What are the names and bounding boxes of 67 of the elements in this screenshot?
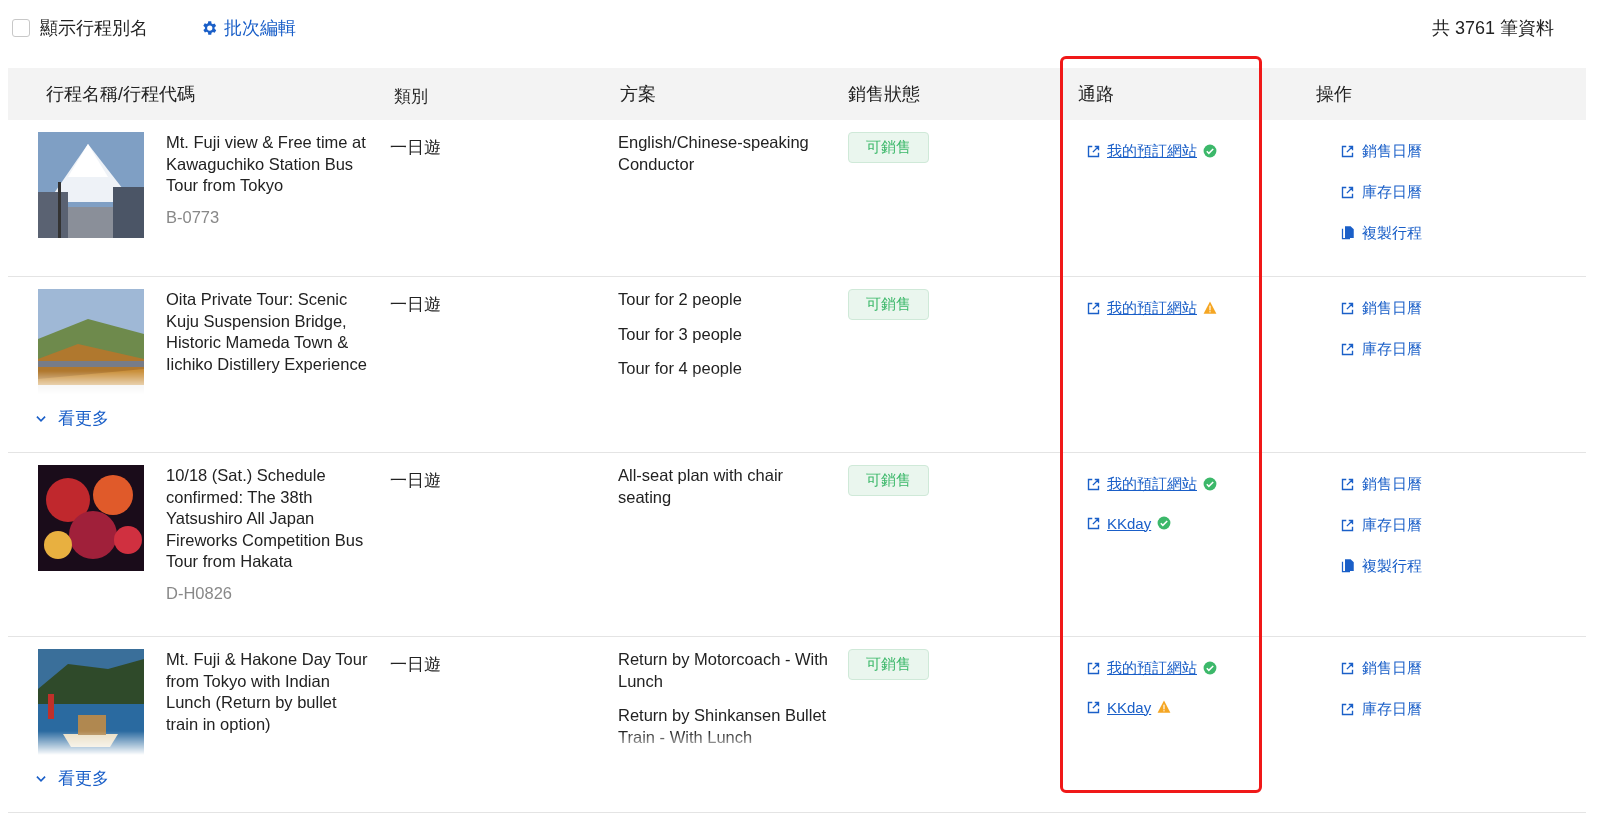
channel-link[interactable]: 我的預訂網站 [1107, 141, 1197, 161]
channel-link[interactable]: KKday [1107, 698, 1152, 716]
category-text: 一日遊 [390, 138, 441, 157]
external-link-icon [1340, 517, 1355, 533]
external-link-icon [1340, 660, 1355, 676]
action-link[interactable]: 銷售日曆 [1340, 473, 1422, 495]
copy-icon [1340, 558, 1355, 574]
action-link[interactable]: 銷售日曆 [1340, 297, 1422, 319]
action-link[interactable]: 庫存日曆 [1340, 698, 1422, 720]
external-link-icon [1086, 476, 1101, 492]
plan-name: Return by Motorcoach - With Lunch [618, 649, 829, 692]
category-text: 一日遊 [390, 295, 441, 314]
column-header: 銷售狀態 [848, 83, 921, 106]
channel-link[interactable]: 我的預訂網站 [1107, 474, 1197, 494]
status-badge: 可銷售 [848, 649, 929, 680]
action-link[interactable]: 銷售日曆 [1340, 657, 1422, 679]
channel-link[interactable]: 我的預訂網站 [1107, 298, 1197, 318]
column-header: 操作 [1315, 83, 1353, 106]
status-badge: 可銷售 [848, 465, 929, 496]
batch-edit-button[interactable]: 批次編輯 [200, 16, 296, 40]
channel-link[interactable]: 我的預訂網站 [1107, 658, 1197, 678]
channel-link[interactable]: KKday [1107, 514, 1152, 532]
checkbox-label: 顯示行程別名 [40, 17, 148, 40]
tour-code: B-0773 [166, 206, 221, 228]
action-link[interactable]: 銷售日曆 [1340, 140, 1422, 162]
external-link-icon [1086, 699, 1101, 715]
tour-name: Mt. Fuji & Hakone Day Tour from Tokyo with Indian Lunch (Return by bullet train in option) [166, 649, 369, 735]
tour-name: Mt. Fuji view & Free time at Kawaguchiko Station Bus Tour from Tokyo [166, 132, 367, 196]
tour-code: D-H0826 [166, 582, 234, 604]
category-text: 一日遊 [390, 471, 441, 490]
category-text: 一日遊 [390, 655, 441, 674]
plan-name: All-seat plan with chair seating [618, 465, 785, 508]
copy-icon [1340, 225, 1355, 241]
external-link-icon [1086, 300, 1101, 316]
external-link-icon [1340, 143, 1355, 159]
external-link-icon [1340, 300, 1355, 316]
settings-icon [200, 19, 218, 37]
show-alias-checkbox[interactable]: 顯示行程別名 [12, 16, 148, 40]
tour-name: Oita Private Tour: Scenic Kuju Suspension Bridge, Historic Mameda Town & Iichiko Distillery Experience [166, 289, 368, 375]
plan-name: English/Chinese-speaking Conductor [618, 132, 810, 175]
action-link[interactable]: 庫存日曆 [1340, 514, 1422, 536]
column-header: 通路 [1077, 83, 1115, 106]
column-header: 類別 [393, 85, 429, 108]
external-link-icon [1340, 341, 1355, 357]
tour-name: 10/18 (Sat.) Schedule confirmed: The 38th Yatsushiro All Japan Fireworks Competition Bus Tour from Hakata [166, 465, 365, 572]
show-more-link[interactable]: 看更多 [8, 395, 109, 452]
external-link-icon [1086, 143, 1101, 159]
status-badge: 可銷售 [848, 289, 929, 320]
external-link-icon [1340, 701, 1355, 717]
action-link[interactable]: 庫存日曆 [1340, 338, 1422, 360]
action-link[interactable]: 複製行程 [1340, 222, 1422, 244]
external-link-icon [1086, 660, 1101, 676]
show-more-link[interactable]: 看更多 [8, 755, 109, 812]
plan-name: Tour for 3 people [618, 323, 743, 345]
status-badge: 可銷售 [848, 132, 929, 163]
column-header: 方案 [619, 83, 657, 106]
external-link-icon [1340, 184, 1355, 200]
external-link-icon [1086, 515, 1101, 531]
column-header: 行程名稱/行程代碼 [45, 83, 196, 106]
record-count: 共 3761 筆資料 [1431, 17, 1554, 40]
plan-name: Return by Shinkansen Bullet Train - With Lunch [618, 705, 828, 748]
action-link[interactable]: 複製行程 [1340, 555, 1422, 577]
plan-name: Tour for 2 people [618, 289, 743, 310]
plan-name: Tour for 4 people [618, 358, 743, 379]
external-link-icon [1340, 476, 1355, 492]
action-link[interactable]: 庫存日曆 [1340, 181, 1422, 203]
checkbox[interactable] [12, 19, 30, 37]
